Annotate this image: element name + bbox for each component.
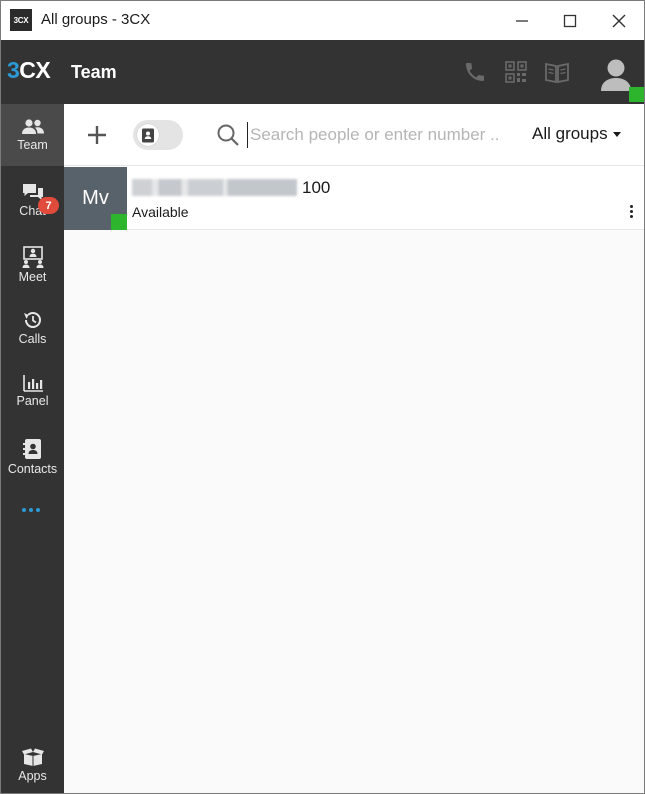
sidebar-item-label: Calls <box>18 332 47 346</box>
chevron-down-icon <box>612 131 621 137</box>
phonebook-button[interactable] <box>543 58 571 86</box>
missed-calls-badge: 7 <box>38 197 59 214</box>
book-icon <box>545 62 569 84</box>
add-button[interactable] <box>84 122 110 148</box>
logo-part-3: 3 <box>7 57 20 83</box>
minimize-icon <box>516 19 528 22</box>
list-item[interactable]: Mv 100 Available <box>64 167 644 230</box>
team-icon <box>21 119 44 134</box>
toggle-knob <box>137 124 159 146</box>
sidebar-item-label: Panel <box>16 394 49 408</box>
sidebar-item-meet[interactable]: Meet <box>1 232 64 294</box>
title-bar: 3CX All groups - 3CX <box>1 1 644 40</box>
user-status-indicator <box>629 87 644 102</box>
sidebar-item-team[interactable]: Team <box>1 104 64 166</box>
contact-card-icon <box>142 128 154 142</box>
calls-history-icon <box>23 312 41 328</box>
sidebar-item-calls[interactable]: Calls <box>1 296 64 358</box>
avatar-initials: Mv <box>82 187 109 209</box>
contact-name-redacted <box>132 179 297 196</box>
contacts-icon <box>22 439 41 459</box>
more-dots-icon[interactable] <box>22 508 40 512</box>
group-filter-label: All groups <box>532 124 608 143</box>
maximize-button[interactable] <box>546 1 594 40</box>
presence-status-indicator <box>111 214 127 230</box>
app-header: 3CX Team <box>1 40 644 104</box>
maximize-icon <box>563 14 577 27</box>
contacts-toggle[interactable] <box>133 120 183 150</box>
page-title: Team <box>71 62 117 82</box>
apps-box-icon <box>21 748 44 766</box>
sidebar-item-apps[interactable]: Apps <box>1 733 64 793</box>
contact-presence: Available <box>132 204 189 220</box>
qr-code-icon <box>505 61 527 83</box>
logo-part-cx: CX <box>19 57 51 83</box>
panel-chart-icon <box>22 375 43 392</box>
app-icon-text: 3CX <box>13 15 29 25</box>
close-icon <box>612 14 626 27</box>
user-avatar-icon <box>601 59 631 91</box>
team-toolbar: All groups <box>64 104 644 166</box>
plus-icon <box>88 126 106 144</box>
window-title: All groups - 3CX <box>41 11 151 28</box>
sidebar-item-label: Contacts <box>7 462 58 476</box>
minimize-button[interactable] <box>498 1 546 40</box>
contact-list: Mv 100 Available <box>64 167 644 793</box>
phone-icon <box>466 63 484 81</box>
sidebar-item-panel[interactable]: Panel <box>1 360 64 422</box>
dialer-button[interactable] <box>461 58 489 86</box>
meet-icon <box>22 246 43 268</box>
qr-code-button[interactable] <box>502 58 530 86</box>
contact-extension: 100 <box>302 178 331 197</box>
sidebar-item-label: Meet <box>18 270 47 284</box>
3cx-logo: 3CX <box>7 57 51 84</box>
close-button[interactable] <box>595 1 643 40</box>
sidebar-item-contacts[interactable]: Contacts <box>1 424 64 486</box>
app-window: 3CX All groups - 3CX 3CX Team Team Chat … <box>0 0 645 794</box>
app-logo-icon: 3CX <box>10 9 32 31</box>
search-input[interactable] <box>247 122 519 148</box>
search-icon <box>217 124 239 146</box>
more-options-icon[interactable] <box>623 205 639 221</box>
sidebar-item-label: Team <box>17 138 48 152</box>
group-filter-dropdown[interactable]: All groups <box>532 124 621 144</box>
sidebar-item-label: Apps <box>18 769 47 783</box>
